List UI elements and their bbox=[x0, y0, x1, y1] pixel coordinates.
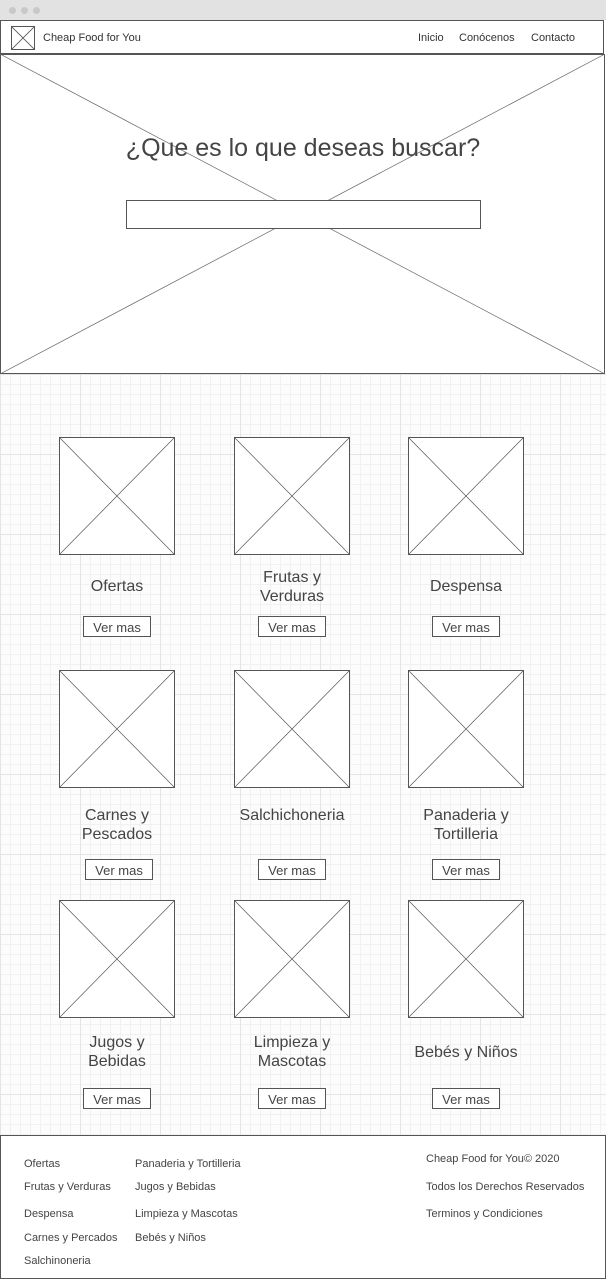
footer-link-terms[interactable]: Terminos y Condiciones bbox=[426, 1208, 543, 1220]
browser-titlebar bbox=[0, 0, 606, 20]
image-placeholder-icon bbox=[59, 437, 175, 555]
nav-link-contacto[interactable]: Contacto bbox=[531, 32, 575, 44]
image-placeholder-icon bbox=[59, 900, 175, 1018]
image-placeholder-icon bbox=[234, 670, 350, 788]
category-title-panaderia-y-tortilleria: Panaderia y Tortilleria bbox=[423, 807, 509, 843]
ver-mas-button-ofertas[interactable]: Ver mas bbox=[83, 616, 151, 637]
image-placeholder-icon bbox=[59, 670, 175, 788]
ver-mas-button-panaderia-y-tortilleria[interactable]: Ver mas bbox=[432, 859, 500, 880]
category-title-frutas-y-verduras: Frutas y Verduras bbox=[259, 569, 325, 605]
footer-rights: Todos los Derechos Reservados bbox=[426, 1181, 585, 1193]
image-placeholder-icon bbox=[234, 900, 350, 1018]
footer-link-salchichoneria[interactable]: Salchinoneria bbox=[24, 1255, 91, 1267]
category-title-carnes-y-pescados: Carnes y Pescados bbox=[81, 807, 153, 843]
image-placeholder-icon bbox=[234, 437, 350, 555]
footer-link-despensa[interactable]: Despensa bbox=[24, 1208, 74, 1220]
image-placeholder-icon bbox=[408, 900, 524, 1018]
ver-mas-button-frutas-y-verduras[interactable]: Ver mas bbox=[258, 616, 326, 637]
footer: Ofertas Frutas y Verduras Despensa Carne… bbox=[0, 1135, 606, 1279]
category-title-salchichoneria: Salchichoneria bbox=[239, 807, 345, 824]
category-title-limpieza-y-mascotas: Limpieza y Mascotas bbox=[253, 1034, 331, 1070]
category-title-ofertas: Ofertas bbox=[90, 578, 144, 595]
footer-link-bebes[interactable]: Bebés y Niños bbox=[135, 1232, 206, 1244]
logo-placeholder-icon[interactable] bbox=[11, 26, 35, 50]
ver-mas-button-bebes-y-ninos[interactable]: Ver mas bbox=[432, 1088, 500, 1109]
ver-mas-button-salchichoneria[interactable]: Ver mas bbox=[258, 859, 326, 880]
footer-link-frutas[interactable]: Frutas y Verduras bbox=[24, 1181, 111, 1193]
window-dot-icon bbox=[9, 7, 16, 14]
nav-link-conocenos[interactable]: Conócenos bbox=[459, 32, 515, 44]
image-placeholder-icon bbox=[408, 670, 524, 788]
hero-title: ¿Que es lo que deseas buscar? bbox=[125, 134, 481, 162]
window-dot-icon bbox=[21, 7, 28, 14]
category-title-bebes-y-ninos: Bebés y Niños bbox=[414, 1044, 518, 1061]
image-placeholder-icon bbox=[408, 437, 524, 555]
footer-link-jugos[interactable]: Jugos y Bebidas bbox=[135, 1181, 216, 1193]
footer-copyright: Cheap Food for You© 2020 bbox=[426, 1153, 560, 1165]
ver-mas-button-limpieza-y-mascotas[interactable]: Ver mas bbox=[258, 1088, 326, 1109]
footer-link-limpieza[interactable]: Limpieza y Mascotas bbox=[135, 1208, 238, 1220]
search-input[interactable] bbox=[126, 200, 481, 229]
nav-link-inicio[interactable]: Inicio bbox=[418, 32, 444, 44]
brand-name[interactable]: Cheap Food for You bbox=[43, 32, 141, 44]
footer-link-ofertas[interactable]: Ofertas bbox=[24, 1158, 60, 1170]
window-dot-icon bbox=[33, 7, 40, 14]
ver-mas-button-despensa[interactable]: Ver mas bbox=[432, 616, 500, 637]
navbar: Cheap Food for You Inicio Conócenos Cont… bbox=[0, 20, 604, 54]
footer-link-panaderia[interactable]: Panaderia y Tortilleria bbox=[135, 1158, 241, 1170]
category-title-despensa: Despensa bbox=[429, 578, 503, 595]
ver-mas-button-carnes-y-pescados[interactable]: Ver mas bbox=[85, 859, 153, 880]
footer-link-carnes[interactable]: Carnes y Percados bbox=[24, 1232, 118, 1244]
hero-section: ¿Que es lo que deseas buscar? bbox=[0, 54, 606, 374]
ver-mas-button-jugos-y-bebidas[interactable]: Ver mas bbox=[83, 1088, 151, 1109]
category-title-jugos-y-bebidas: Jugos y Bebidas bbox=[88, 1034, 146, 1070]
